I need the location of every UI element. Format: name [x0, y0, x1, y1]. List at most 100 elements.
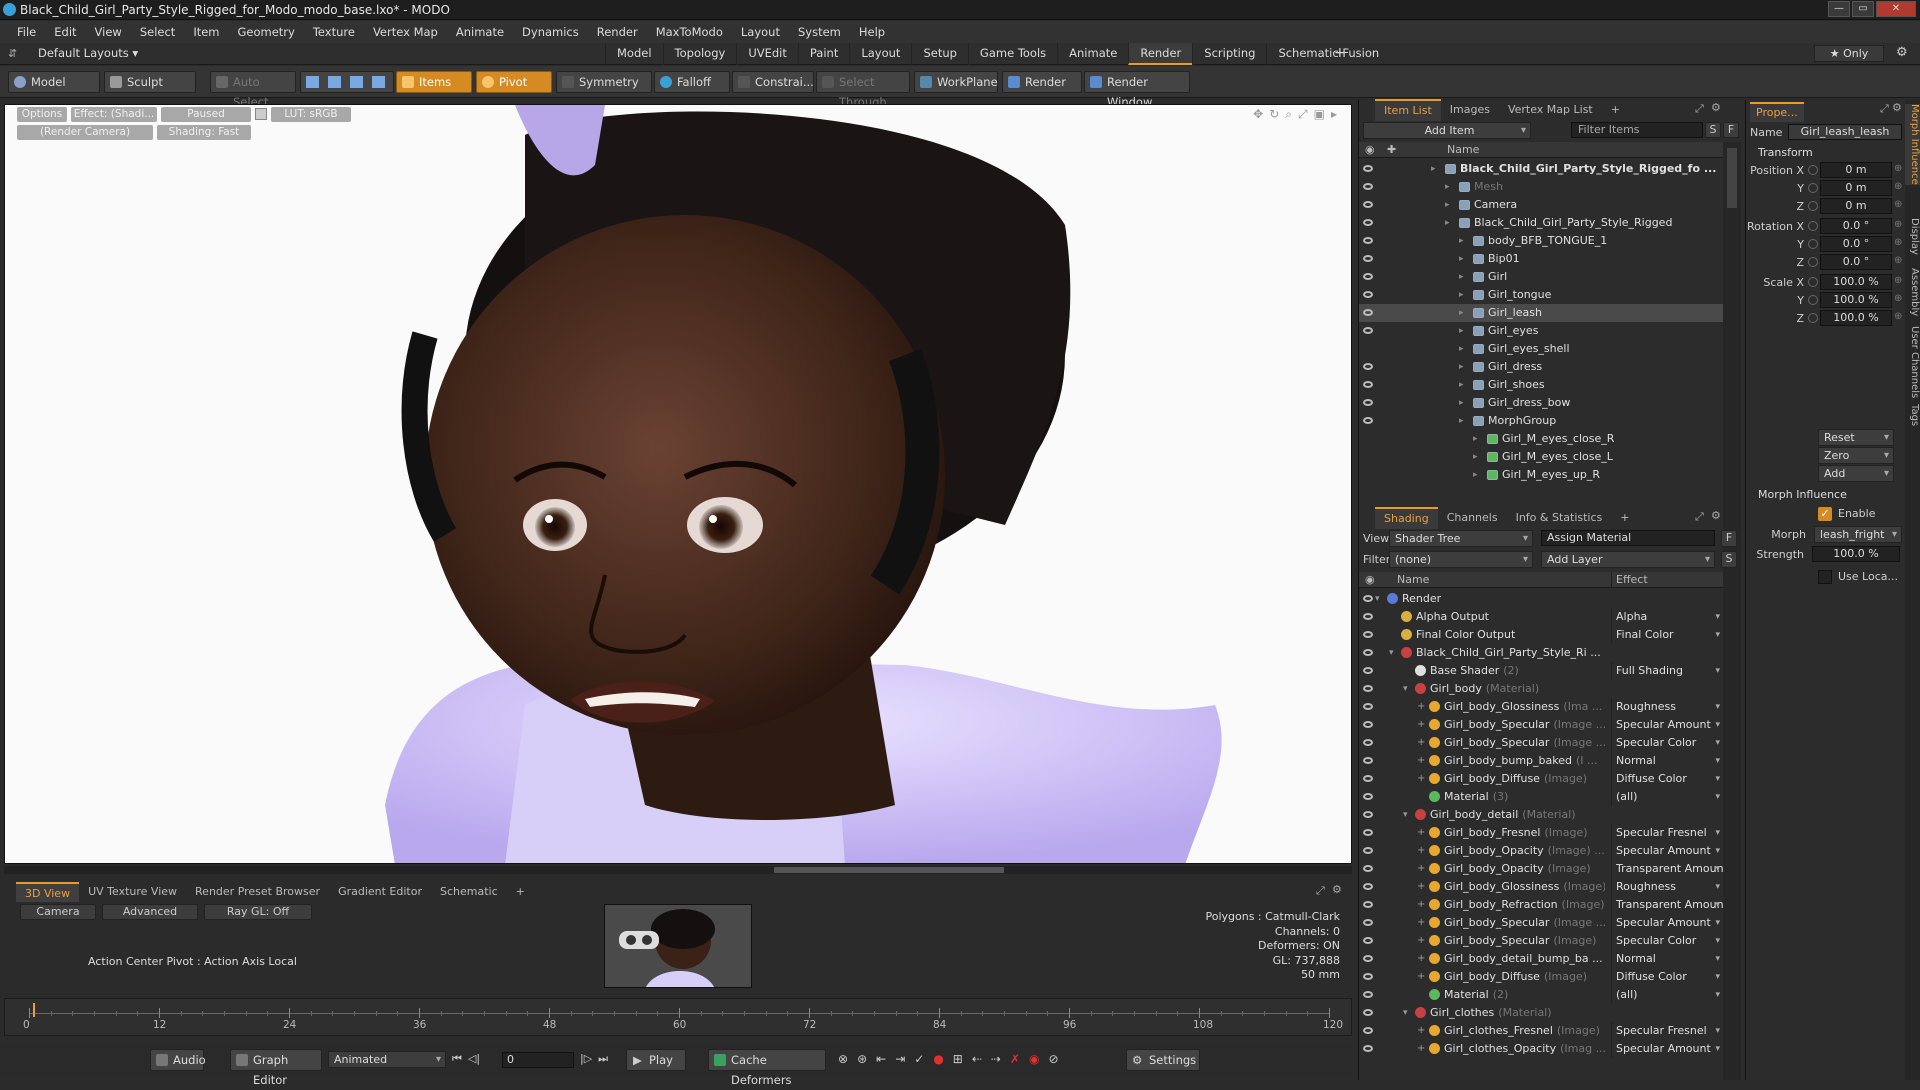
item-list-row[interactable]: ▸ Girl_dress	[1359, 358, 1723, 376]
visibility-eye-icon[interactable]	[1363, 255, 1373, 262]
key-prev-icon[interactable]: ⇠	[972, 1052, 982, 1066]
zoom-icon[interactable]: ⌕	[1285, 107, 1292, 122]
expand-toggle-icon[interactable]: +	[1417, 878, 1425, 896]
item-list-row[interactable]: ▸ MorphGroup	[1359, 412, 1723, 430]
layer-effect-dropdown[interactable]: Specular Fresnel ▾	[1611, 824, 1723, 842]
expand-toggle-icon[interactable]: +	[1417, 716, 1425, 734]
maximize-button[interactable]: ▭	[1852, 1, 1874, 17]
visibility-eye-icon[interactable]	[1363, 721, 1373, 728]
item-list-row[interactable]: ▸ body_BFB_TONGUE_1	[1359, 232, 1723, 250]
advanced-button[interactable]: Advanced	[102, 904, 198, 920]
animate-channel-icon[interactable]	[1808, 165, 1818, 175]
expand-toggle-icon[interactable]: ▸	[1459, 232, 1464, 250]
visibility-eye-icon[interactable]	[1363, 739, 1373, 746]
viewport-scrollbar[interactable]	[4, 866, 1352, 874]
layout-preset-dropdown[interactable]: Default Layouts ▾	[38, 46, 138, 60]
visibility-eye-icon[interactable]	[1363, 685, 1373, 692]
sculpt-mode-button[interactable]: Sculpt	[104, 71, 196, 93]
layer-effect-dropdown[interactable]: (all) ▾	[1611, 986, 1723, 1004]
expand-toggle-icon[interactable]: ▸	[1445, 214, 1450, 232]
shader-tree-row[interactable]: + Girl_body_Glossiness (Image) Roughness ▾	[1359, 878, 1723, 896]
item-list-row[interactable]: ▸ Mesh	[1359, 178, 1723, 196]
itemlist-tab-vertex-map-list[interactable]: Vertex Map List	[1499, 100, 1602, 120]
first-frame-icon[interactable]: ⏮	[452, 1052, 462, 1066]
menu-geometry[interactable]: Geometry	[229, 25, 304, 39]
menu-animate[interactable]: Animate	[447, 25, 513, 39]
shader-tree-row[interactable]: + Girl_body_Glossiness (Ima ... Roughness ▾	[1359, 698, 1723, 716]
layer-effect-dropdown[interactable]: Roughness ▾	[1611, 698, 1723, 716]
item-list-row[interactable]: ▸ Camera	[1359, 196, 1723, 214]
shading-tab-channels[interactable]: Channels	[1438, 508, 1507, 528]
auto-select-button[interactable]: Auto Select	[210, 71, 296, 109]
current-frame-field[interactable]: 0	[502, 1052, 574, 1068]
transform-value-field[interactable]: 100.0 %	[1820, 310, 1892, 326]
visibility-eye-icon[interactable]	[1363, 919, 1373, 926]
maximize-viewport-icon[interactable]: ▣	[1314, 107, 1325, 122]
key-channel-icon[interactable]: ◉	[1029, 1052, 1039, 1066]
expand-toggle-icon[interactable]: ▾	[1403, 680, 1408, 698]
scrollbar-thumb[interactable]	[774, 867, 1004, 873]
expand-toggle-icon[interactable]: ▸	[1473, 430, 1478, 448]
vertices-mode-icon[interactable]	[306, 76, 319, 88]
transform-value-field[interactable]: 100.0 %	[1820, 274, 1892, 290]
render-button[interactable]: Render	[1002, 71, 1082, 93]
viewport-menu-icon[interactable]: ▸	[1331, 107, 1337, 122]
expand-toggle-icon[interactable]: +	[1417, 770, 1425, 788]
viewport-effect-dropdown[interactable]: Effect: (Shadi...	[71, 107, 157, 122]
expand-toggle-icon[interactable]: +	[1417, 950, 1425, 968]
transform-value-field[interactable]: 0.0 °	[1820, 218, 1892, 234]
transform-value-field[interactable]: 0.0 °	[1820, 236, 1892, 252]
expand-toggle-icon[interactable]: +	[1417, 1040, 1425, 1058]
visibility-eye-icon[interactable]	[1363, 613, 1373, 620]
morph-influence-section-header[interactable]: Morph Influence	[1758, 488, 1847, 501]
animate-channel-icon[interactable]	[1808, 313, 1818, 323]
items-mode-button[interactable]: Items	[396, 71, 472, 93]
layer-effect-dropdown[interactable]: Full Shading ▾	[1611, 662, 1723, 680]
shader-tree-view-dropdown[interactable]: Shader Tree	[1389, 530, 1533, 547]
visibility-eye-icon[interactable]	[1363, 865, 1373, 872]
scrollbar-thumb[interactable]	[1727, 148, 1737, 208]
visibility-eye-icon[interactable]	[1363, 703, 1373, 710]
visibility-eye-icon[interactable]	[1363, 793, 1373, 800]
item-list-row[interactable]: ▸ Girl_eyes	[1359, 322, 1723, 340]
visibility-eye-icon[interactable]	[1363, 273, 1373, 280]
item-list-row[interactable]: ▸ Girl_M_eyes_up_R	[1359, 466, 1723, 484]
shader-tree-row[interactable]: + Girl_clothes_Fresnel (Image) Specular Fre…	[1359, 1022, 1723, 1040]
expand-toggle-icon[interactable]: ▸	[1473, 466, 1478, 484]
shader-tree-row[interactable]: ▾Girl_body_detail(Material)▾	[1359, 806, 1723, 824]
visibility-eye-icon[interactable]	[1363, 955, 1373, 962]
rotate-icon[interactable]: ↻	[1269, 107, 1279, 122]
channel-link-icon[interactable]: ⊕	[1894, 181, 1902, 192]
prev-keyframe-icon[interactable]: ⇤	[876, 1052, 886, 1066]
polygons-mode-icon[interactable]	[350, 76, 363, 88]
expand-toggle-icon[interactable]: ▸	[1445, 196, 1450, 214]
visibility-eye-icon[interactable]	[1363, 757, 1373, 764]
layer-effect-dropdown[interactable]: Specular Fresnel ▾	[1611, 1022, 1723, 1040]
expand-toggle-icon[interactable]: +	[1417, 896, 1425, 914]
expand-toggle-icon[interactable]: ▸	[1459, 412, 1464, 430]
shading-tab-shading[interactable]: Shading	[1375, 507, 1438, 529]
bottom-tab-render-preset-browser[interactable]: Render Preset Browser	[186, 882, 329, 902]
expand-toggle-icon[interactable]: +	[1417, 968, 1425, 986]
item-list-row[interactable]: ▸ Black_Child_Girl_Party_Style_Rigged_fo …	[1359, 160, 1723, 178]
model-mode-button[interactable]: Model	[8, 71, 100, 93]
menu-dynamics[interactable]: Dynamics	[513, 25, 588, 39]
visibility-eye-icon[interactable]	[1363, 237, 1373, 244]
channel-link-icon[interactable]: ⊕	[1894, 163, 1902, 174]
layout-tab-game-tools[interactable]: Game Tools	[967, 43, 1057, 65]
transform-value-field[interactable]: 100.0 %	[1820, 292, 1892, 308]
expand-toggle-icon[interactable]: +	[1417, 860, 1425, 878]
key-next-icon[interactable]: ⇢	[991, 1052, 1001, 1066]
layout-tab-model[interactable]: Model	[605, 43, 663, 65]
expand-toggle-icon[interactable]: ▸	[1445, 178, 1450, 196]
visibility-eye-icon[interactable]	[1363, 1027, 1373, 1034]
shader-tree-scrollbar[interactable]	[1723, 572, 1741, 1080]
expand-toggle-icon[interactable]: ▸	[1459, 268, 1464, 286]
viewport-lut-dropdown[interactable]: LUT: sRGB	[271, 107, 351, 122]
channel-link-icon[interactable]: ⊕	[1894, 293, 1902, 304]
shader-tree-row[interactable]: + Girl_body_Diffuse (Image) Diffuse Color ▾	[1359, 968, 1723, 986]
expand-toggle-icon[interactable]: +	[1417, 752, 1425, 770]
transform-value-field[interactable]: 0 m	[1820, 198, 1892, 214]
item-list-scrollbar[interactable]	[1723, 142, 1741, 584]
3d-viewport[interactable]: Options Effect: (Shadi... Paused LUT: sR…	[4, 104, 1352, 864]
